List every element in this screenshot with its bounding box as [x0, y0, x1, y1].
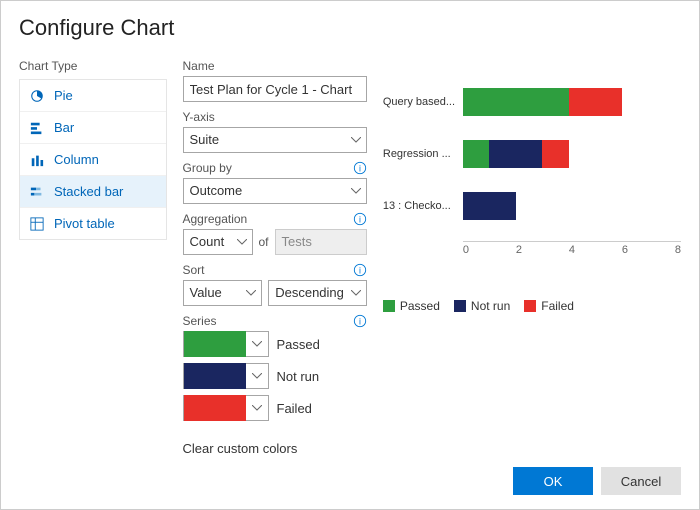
sort-field-select[interactable]: Value [183, 280, 263, 306]
chart-area: Query based... Regression ... 13 : Checko.… [383, 85, 681, 285]
groupby-select[interactable]: Outcome [183, 178, 367, 204]
series-label-text: Not run [277, 369, 320, 384]
chart-type-pie[interactable]: Pie [20, 80, 166, 112]
legend-swatch [383, 300, 395, 312]
series-label-text: Failed [277, 401, 312, 416]
chart-bar-track [463, 192, 681, 220]
chart-type-label: Chart Type [19, 59, 167, 73]
chart-bar-label: Regression ... [383, 148, 463, 160]
dialog-footer: OK Cancel [19, 457, 681, 495]
swatch [184, 363, 246, 389]
chart-type-label-text: Pivot table [54, 216, 115, 231]
chart-x-axis: 02468 [463, 241, 681, 254]
series-color-failed[interactable] [183, 395, 269, 421]
chart-bar-label: 13 : Checko... [383, 200, 463, 212]
chart-bar-segment [463, 140, 490, 168]
bar-icon [30, 121, 44, 135]
sort-label: Sort [183, 263, 205, 277]
chart-bar-row: Regression ... [383, 137, 681, 171]
yaxis-label: Y-axis [183, 110, 215, 124]
column-icon [30, 153, 44, 167]
chart-type-bar[interactable]: Bar [20, 112, 166, 144]
swatch [184, 395, 246, 421]
svg-text:i: i [359, 317, 361, 327]
chart-bar-track [463, 140, 681, 168]
chart-type-pivot-table[interactable]: Pivot table [20, 208, 166, 239]
aggregation-select[interactable]: Count [183, 229, 253, 255]
chart-bar-row: 13 : Checko... [383, 189, 681, 223]
dialog-body: Chart Type Pie Bar Column Stacked bar [19, 59, 681, 457]
chart-tick: 8 [675, 244, 681, 256]
dialog-title: Configure Chart [19, 15, 681, 41]
chart-bar-segment [463, 88, 569, 116]
chevron-down-icon [252, 373, 262, 379]
chart-bar-segment [569, 88, 622, 116]
svg-text:i: i [359, 164, 361, 174]
series-label-text: Passed [277, 337, 320, 352]
series-color-notrun[interactable] [183, 363, 269, 389]
configure-chart-dialog: Configure Chart Chart Type Pie Bar Colum… [0, 0, 700, 510]
legend-item: Not run [454, 299, 510, 313]
chart-bar-segment [542, 140, 569, 168]
info-icon[interactable]: i [353, 212, 367, 226]
chart-legend: Passed Not run Failed [383, 299, 681, 313]
pivot-table-icon [30, 217, 44, 231]
svg-text:i: i [359, 266, 361, 276]
chart-tick: 4 [569, 244, 622, 256]
chart-tick: 6 [622, 244, 675, 256]
chevron-down-icon [252, 341, 262, 347]
stacked-bar-icon [30, 185, 44, 199]
legend-label: Passed [400, 299, 440, 313]
form-column: Name Y-axis Suite Group by i Outcome [183, 59, 367, 457]
ok-button[interactable]: OK [513, 467, 593, 495]
chevron-down-icon [252, 405, 262, 411]
groupby-label: Group by [183, 161, 232, 175]
series-label: Series [183, 314, 217, 328]
series-row-failed: Failed [183, 395, 367, 421]
chart-bar-segment [463, 192, 516, 220]
legend-label: Failed [541, 299, 574, 313]
chart-bar-row: Query based... [383, 85, 681, 119]
sort-dir-select[interactable]: Descending [268, 280, 367, 306]
chart-type-label-text: Stacked bar [54, 184, 123, 199]
legend-label: Not run [471, 299, 510, 313]
aggregation-target: Tests [275, 229, 367, 255]
chart-tick: 0 [463, 244, 516, 256]
chart-type-label-text: Pie [54, 88, 73, 103]
chart-bar-label: Query based... [383, 96, 463, 108]
legend-item: Failed [524, 299, 574, 313]
chart-type-stacked-bar[interactable]: Stacked bar [20, 176, 166, 208]
series-row-passed: Passed [183, 331, 367, 357]
legend-item: Passed [383, 299, 440, 313]
legend-swatch [454, 300, 466, 312]
name-input[interactable] [183, 76, 367, 102]
pie-icon [30, 89, 44, 103]
name-label: Name [183, 59, 215, 73]
yaxis-select[interactable]: Suite [183, 127, 367, 153]
chart-type-sidebar: Chart Type Pie Bar Column Stacked bar [19, 59, 167, 457]
cancel-button[interactable]: Cancel [601, 467, 681, 495]
swatch [184, 331, 246, 357]
aggregation-of-label: of [259, 235, 269, 249]
chart-type-column[interactable]: Column [20, 144, 166, 176]
chart-preview: Query based... Regression ... 13 : Checko.… [383, 59, 681, 457]
info-icon[interactable]: i [353, 314, 367, 328]
aggregation-label: Aggregation [183, 212, 248, 226]
clear-custom-colors-link[interactable]: Clear custom colors [183, 441, 367, 456]
info-icon[interactable]: i [353, 161, 367, 175]
chart-bar-segment [489, 140, 542, 168]
svg-text:i: i [359, 215, 361, 225]
chart-bar-track [463, 88, 681, 116]
series-row-notrun: Not run [183, 363, 367, 389]
legend-swatch [524, 300, 536, 312]
chart-tick: 2 [516, 244, 569, 256]
chart-type-label-text: Bar [54, 120, 74, 135]
series-color-passed[interactable] [183, 331, 269, 357]
chart-type-list: Pie Bar Column Stacked bar Pivot table [19, 79, 167, 240]
info-icon[interactable]: i [353, 263, 367, 277]
chart-type-label-text: Column [54, 152, 99, 167]
